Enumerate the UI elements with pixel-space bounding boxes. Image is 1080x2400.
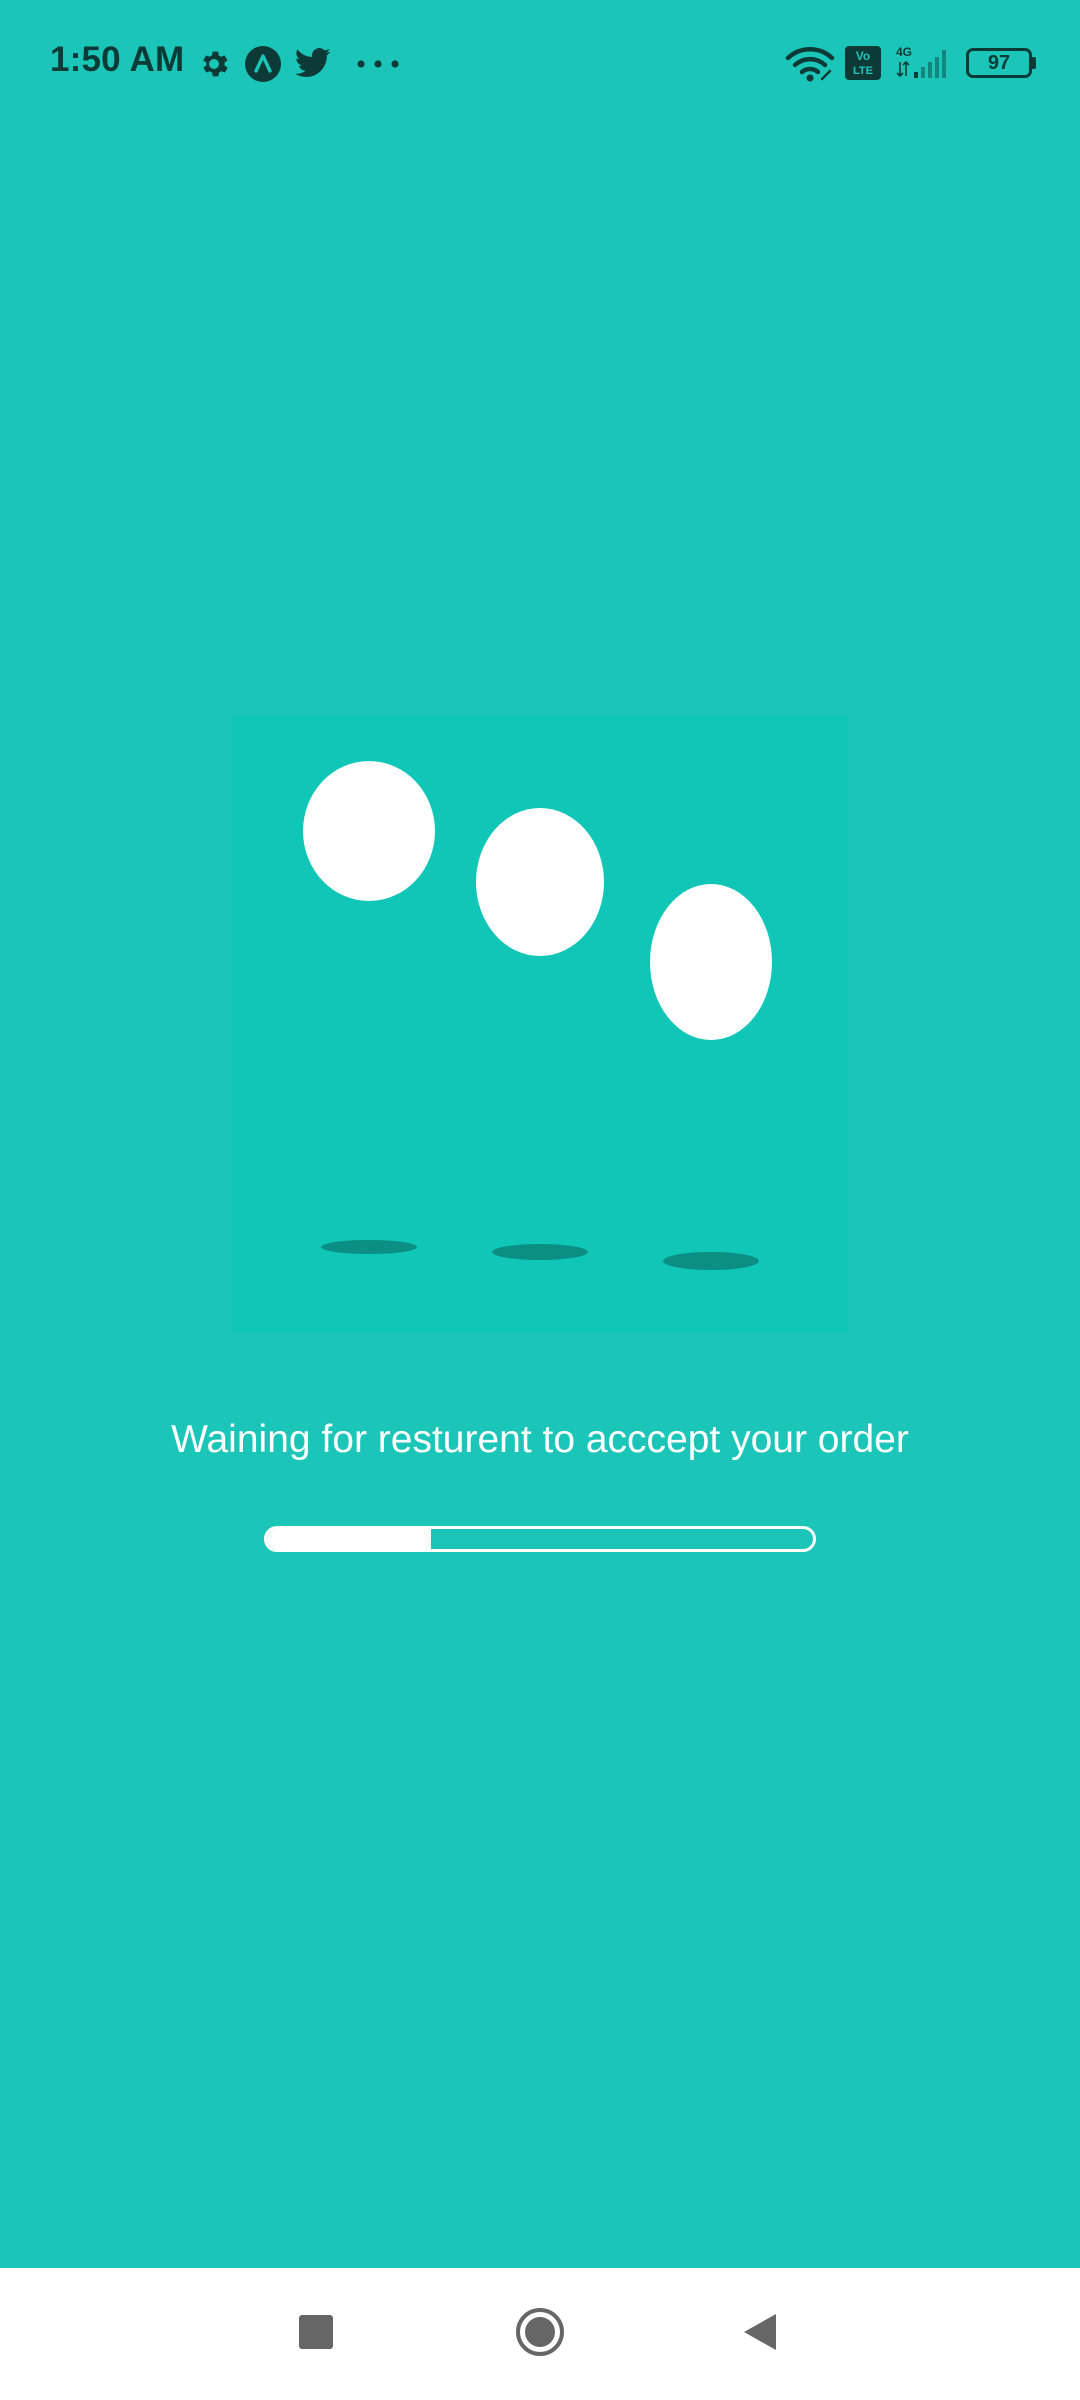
battery-tip bbox=[1032, 57, 1036, 69]
ball-1 bbox=[303, 761, 435, 901]
app-screen: 1:50 AM Vo LTE 4G 97 Waining for resture… bbox=[0, 0, 1080, 2268]
signal-4g-icon: 4G bbox=[894, 44, 952, 82]
system-nav-bar bbox=[0, 2268, 1080, 2400]
status-time: 1:50 AM bbox=[50, 40, 185, 79]
back-triangle-icon bbox=[742, 2312, 778, 2357]
ball-2-shadow bbox=[492, 1244, 588, 1260]
svg-text:Vo: Vo bbox=[856, 49, 870, 63]
back-button[interactable] bbox=[700, 2268, 820, 2400]
twitter-icon bbox=[295, 47, 331, 79]
ball-2 bbox=[476, 808, 604, 956]
volte-icon: Vo LTE bbox=[845, 46, 881, 80]
more-dots-icon bbox=[357, 60, 399, 68]
ball-1-shadow bbox=[321, 1240, 417, 1254]
status-bar: 1:50 AM Vo LTE 4G 97 bbox=[0, 0, 1080, 128]
order-progress-bar bbox=[264, 1526, 816, 1552]
recents-square-icon bbox=[299, 2314, 333, 2354]
wifi-icon bbox=[784, 46, 836, 82]
battery-icon: 97 bbox=[966, 48, 1032, 78]
ball-3 bbox=[650, 884, 772, 1040]
battery-level: 97 bbox=[987, 52, 1011, 74]
app-arrow-icon bbox=[245, 46, 281, 82]
order-progress-fill bbox=[267, 1529, 431, 1549]
waiting-message: Waining for resturent to acccept your or… bbox=[171, 1418, 909, 1461]
recents-button[interactable] bbox=[256, 2268, 376, 2400]
loading-animation bbox=[232, 716, 848, 1332]
svg-text:4G: 4G bbox=[896, 45, 912, 59]
home-circle-icon bbox=[515, 2307, 565, 2362]
svg-text:LTE: LTE bbox=[853, 65, 873, 77]
ball-3-shadow bbox=[663, 1252, 759, 1270]
gear-icon bbox=[197, 47, 231, 81]
home-button[interactable] bbox=[480, 2268, 600, 2400]
